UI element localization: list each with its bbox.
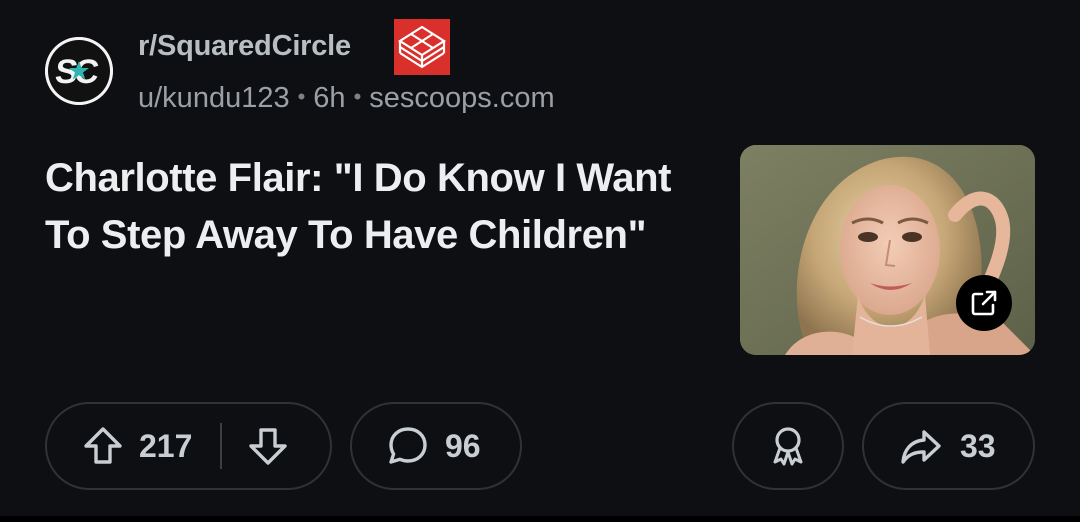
post-title[interactable]: Charlotte Flair: "I Do Know I Want To St… — [45, 150, 685, 264]
external-link-icon — [971, 290, 997, 316]
bottom-divider — [0, 516, 1080, 522]
upvote-button[interactable] — [81, 424, 125, 468]
post-age: 6h — [313, 82, 346, 114]
speech-bubble-icon — [389, 427, 427, 464]
award-ribbon-icon — [773, 427, 803, 466]
comment-count: 96 — [445, 427, 481, 464]
subreddit-name[interactable]: r/SquaredCircle — [138, 30, 351, 63]
vote-divider — [220, 423, 223, 469]
share-arrow-icon — [901, 430, 941, 464]
wrestling-ring-icon — [394, 19, 450, 75]
subreddit-avatar-icon[interactable]: S C — [45, 37, 113, 105]
vote-pill: 217 — [45, 402, 332, 490]
separator-dot: • — [353, 84, 362, 109]
external-link-button[interactable] — [956, 275, 1012, 331]
post-meta: u/kundu123 • 6h • sescoops.com — [138, 82, 555, 115]
comment-button[interactable]: 96 — [350, 402, 522, 490]
post-card[interactable]: S C r/SquaredCircle u/kundu123 • 6h • sescoo… — [0, 0, 1080, 516]
share-button[interactable]: 33 — [862, 402, 1035, 490]
award-button[interactable] — [732, 402, 844, 490]
link-domain[interactable]: sescoops.com — [369, 82, 554, 114]
downvote-button[interactable] — [246, 424, 290, 468]
share-count: 33 — [960, 427, 996, 464]
upvote-count: 217 — [139, 427, 193, 464]
author-link[interactable]: u/kundu123 — [138, 82, 290, 114]
separator-dot: • — [297, 84, 306, 109]
